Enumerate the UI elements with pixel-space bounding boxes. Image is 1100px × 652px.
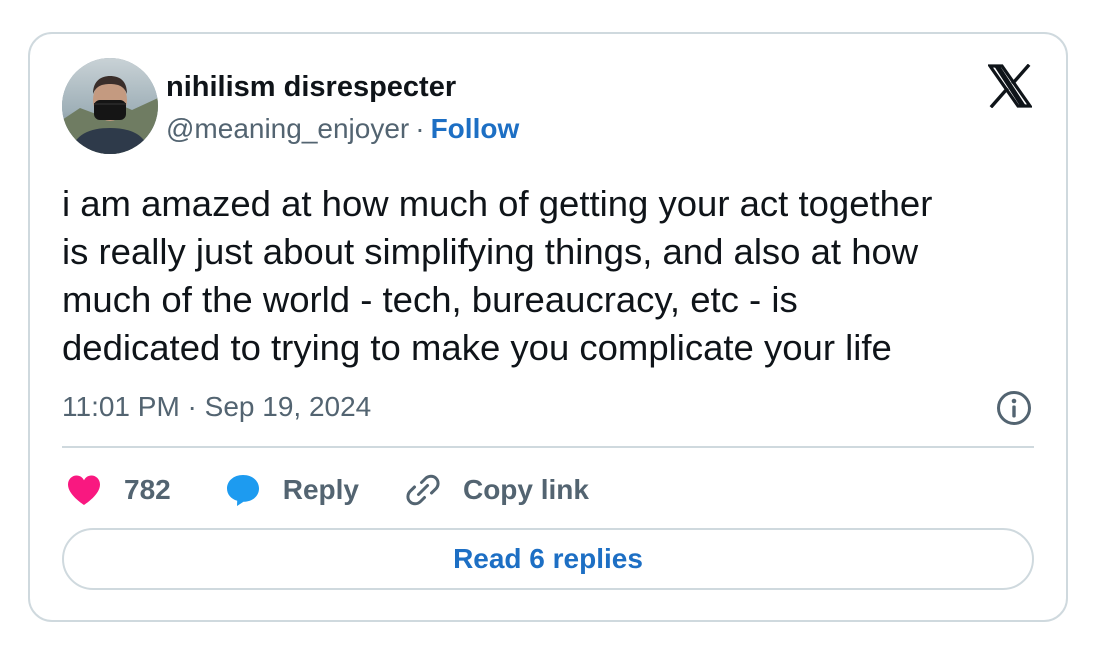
reply-bubble-icon <box>226 475 259 506</box>
tweet-text-line: is really just about simplifying things,… <box>62 231 919 272</box>
author-handle-row: @meaning_enjoyer · Follow <box>166 112 519 146</box>
follow-button[interactable]: Follow <box>431 113 520 144</box>
author-handle[interactable]: @meaning_enjoyer <box>166 113 409 144</box>
divider <box>62 446 1034 448</box>
read-replies-button[interactable]: Read 6 replies <box>62 528 1034 590</box>
tweet-actions: 782 Reply Copy link <box>66 470 589 510</box>
tweet-timestamp[interactable]: 11:01 PM · Sep 19, 2024 <box>62 390 371 424</box>
tweet-text: i am amazed at how much of getting your … <box>62 180 1042 372</box>
link-icon <box>406 474 440 506</box>
reply-label: Reply <box>282 474 359 505</box>
reply-button[interactable]: Reply <box>225 473 359 507</box>
tweet-card: nihilism disrespecter @meaning_enjoyer · F… <box>28 32 1068 622</box>
x-logo-icon[interactable] <box>986 63 1034 109</box>
author-display-name[interactable]: nihilism disrespecter <box>166 70 456 104</box>
tweet-text-line: dedicated to trying to make you complica… <box>62 327 892 368</box>
like-button[interactable]: 782 <box>66 474 171 506</box>
copy-link-button[interactable]: Copy link <box>405 472 589 508</box>
like-count: 782 <box>124 474 171 505</box>
copy-link-label: Copy link <box>462 474 589 505</box>
avatar[interactable] <box>62 58 158 154</box>
avatar-image <box>62 58 158 154</box>
tweet-text-line: i am amazed at how much of getting your … <box>62 183 933 224</box>
handle-separator: · <box>415 113 425 144</box>
tweet-text-line: much of the world - tech, bureaucracy, e… <box>62 279 798 320</box>
heart-icon <box>68 475 100 505</box>
info-icon[interactable] <box>996 390 1032 426</box>
